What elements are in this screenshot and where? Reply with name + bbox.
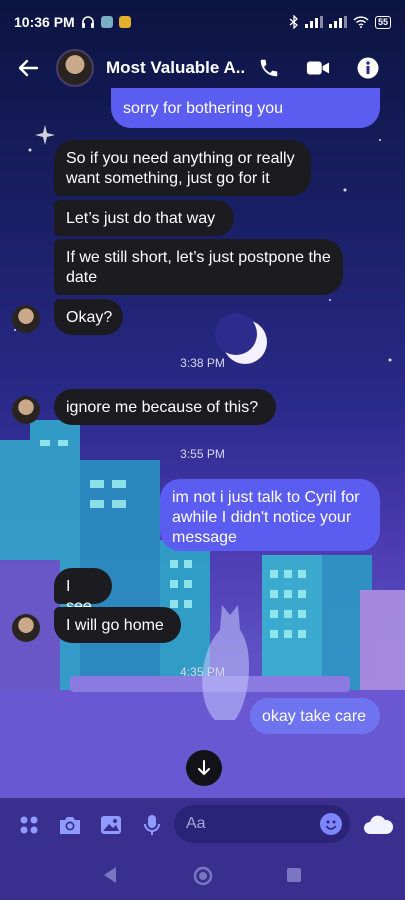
message-received[interactable]: If we still short, let’s just postpone t… — [54, 239, 343, 295]
timestamp: 3:55 PM — [180, 447, 225, 461]
status-bar: 10:36 PM 55 — [0, 0, 405, 44]
message-sent[interactable]: sorry for bothering you — [111, 88, 380, 128]
message-text: I will go home — [66, 617, 164, 634]
back-button[interactable] — [0, 59, 56, 77]
message-received[interactable]: ignore me because of this? — [54, 389, 276, 425]
contact-avatar[interactable] — [56, 49, 94, 87]
message-text: im not i just talk to Cyril for awhile I… — [172, 489, 360, 546]
arrow-down-icon — [198, 760, 210, 775]
message-text: If we still short, let’s just postpone t… — [66, 249, 331, 286]
message-sent[interactable]: im not i just talk to Cyril for awhile I… — [160, 479, 380, 551]
message-input[interactable]: Aa — [174, 805, 350, 843]
camera-icon — [60, 817, 80, 834]
contact-avatar-small[interactable] — [12, 305, 40, 333]
nav-back-icon[interactable] — [102, 866, 118, 884]
more-actions-button[interactable] — [17, 813, 41, 837]
voice-call-button[interactable] — [257, 56, 281, 80]
video-camera-icon — [306, 61, 330, 75]
message-text: sorry for bothering you — [123, 100, 284, 117]
signal-icon-2 — [328, 16, 347, 28]
phone-icon — [260, 59, 278, 77]
info-icon — [357, 57, 379, 79]
camera-button[interactable] — [58, 813, 82, 837]
signal-icon — [304, 16, 323, 28]
chat-screen: 10:36 PM 55 Most Valuable A... sorry for… — [0, 0, 405, 900]
conversation-info-button[interactable] — [356, 56, 380, 80]
message-text: ignore me because of this? — [66, 399, 259, 416]
chat-header: Most Valuable A... — [0, 44, 405, 92]
contact-name[interactable]: Most Valuable A... — [106, 58, 244, 78]
contact-avatar-small[interactable] — [12, 614, 40, 642]
cloud-icon — [364, 815, 394, 834]
message-received[interactable]: I see — [54, 568, 112, 615]
nav-recents-icon[interactable] — [287, 868, 301, 882]
wifi-icon — [353, 16, 369, 28]
message-text: Okay? — [66, 309, 113, 326]
contact-avatar-small[interactable] — [12, 396, 40, 424]
quick-reaction-button[interactable] — [362, 813, 394, 837]
system-navigation-bar — [0, 852, 405, 900]
gallery-button[interactable] — [99, 813, 123, 837]
microphone-icon — [144, 815, 160, 835]
back-arrow-icon — [18, 59, 39, 77]
four-dots-icon — [20, 816, 38, 834]
scroll-to-bottom-button[interactable] — [186, 750, 222, 786]
voice-message-button[interactable] — [140, 813, 164, 837]
app-notification-icon-2 — [118, 16, 131, 28]
video-call-button[interactable] — [306, 56, 330, 80]
smiley-icon — [325, 820, 337, 830]
battery-indicator: 55 — [374, 15, 391, 29]
status-time: 10:36 PM — [14, 14, 75, 30]
message-composer: Aa — [0, 798, 405, 852]
nav-home-icon[interactable] — [193, 866, 213, 886]
message-input-placeholder: Aa — [186, 815, 206, 832]
timestamp: 4:35 PM — [180, 665, 225, 679]
message-text: okay take care — [262, 708, 367, 725]
message-sent[interactable]: okay take care — [250, 698, 380, 734]
message-received[interactable]: Let’s just do that way — [54, 200, 234, 236]
timestamp: 3:38 PM — [180, 356, 225, 370]
emoji-button[interactable] — [320, 813, 342, 835]
message-text: Let’s just do that way — [66, 210, 216, 227]
message-received[interactable]: Okay? — [54, 299, 123, 335]
image-icon — [101, 816, 121, 834]
headphones-icon — [81, 16, 94, 28]
message-received[interactable]: So if you need anything or really want s… — [54, 140, 311, 196]
app-notification-icon — [100, 16, 113, 28]
message-received[interactable]: I will go home — [54, 607, 181, 643]
message-text: So if you need anything or really want s… — [66, 150, 295, 187]
bluetooth-icon — [289, 15, 298, 29]
